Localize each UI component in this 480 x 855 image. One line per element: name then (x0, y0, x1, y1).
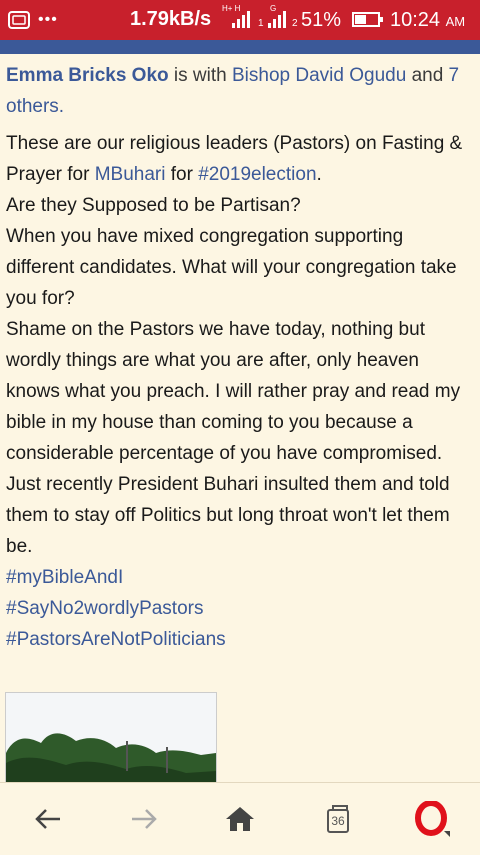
author-link[interactable]: Emma Bricks Oko (6, 65, 169, 86)
opera-menu-button[interactable] (410, 797, 454, 841)
home-icon (226, 807, 254, 831)
signal-icon-sim2 (268, 10, 286, 28)
tagged-person-link[interactable]: Bishop David Ogudu (232, 65, 406, 86)
post-paragraph-3: When you have mixed congregation support… (6, 226, 457, 309)
home-button[interactable] (218, 797, 262, 841)
post-text: for (165, 164, 199, 185)
browser-bottom-bar: 36 (0, 782, 480, 855)
post-photo[interactable] (5, 692, 217, 786)
sim2-label: 2 (292, 18, 298, 29)
tabs-count: 36 (327, 805, 349, 833)
page-header-strip (0, 40, 480, 54)
post-paragraph-1: These are our religious leaders (Pastors… (6, 128, 472, 190)
post-text: . (316, 164, 322, 185)
clock-time: 10:24 (390, 9, 441, 31)
mbuhari-link[interactable]: MBuhari (95, 164, 166, 185)
battery-fill (355, 15, 366, 24)
opera-logo-icon (415, 801, 450, 837)
with-text: is with (173, 65, 227, 86)
battery-icon (352, 12, 383, 27)
clock-ampm: AM (445, 14, 466, 29)
back-button[interactable] (26, 797, 70, 841)
post-paragraph-2: Are they Supposed to be Partisan? (6, 195, 301, 216)
forward-button[interactable] (122, 797, 166, 841)
battery-percent: 51% (301, 9, 342, 31)
status-bar: ••• 1.79kB/s H+ H 1 G 2 51% 10:24 AM (0, 0, 480, 40)
network-speed: 1.79kB/s (130, 8, 212, 30)
post-paragraph-5: Just recently President Buhari insulted … (6, 474, 450, 557)
clock: 10:24 AM (390, 9, 465, 32)
post-header: Emma Bricks Oko is with Bishop David Ogu… (6, 60, 472, 122)
back-arrow-icon (35, 809, 60, 829)
hashtag-link[interactable]: #PastorsAreNotPoliticians (6, 624, 472, 655)
forward-arrow-icon (132, 809, 157, 829)
tabs-button[interactable]: 36 (316, 797, 360, 841)
post-body: These are our religious leaders (Pastors… (6, 128, 472, 655)
hashtag-link[interactable]: #SayNo2wordlyPastors (6, 593, 472, 624)
and-text: and (411, 65, 444, 86)
signal-icon-sim1 (232, 10, 250, 28)
post: Emma Bricks Oko is with Bishop David Ogu… (6, 60, 472, 655)
hashtag-2019election-link[interactable]: #2019election (198, 164, 316, 185)
sim1-label: 1 (258, 18, 264, 29)
more-notifications-icon: ••• (38, 11, 58, 28)
hashtag-link[interactable]: #myBibleAndI (6, 562, 472, 593)
message-icon (8, 11, 30, 29)
post-paragraph-4: Shame on the Pastors we have today, noth… (6, 319, 461, 464)
